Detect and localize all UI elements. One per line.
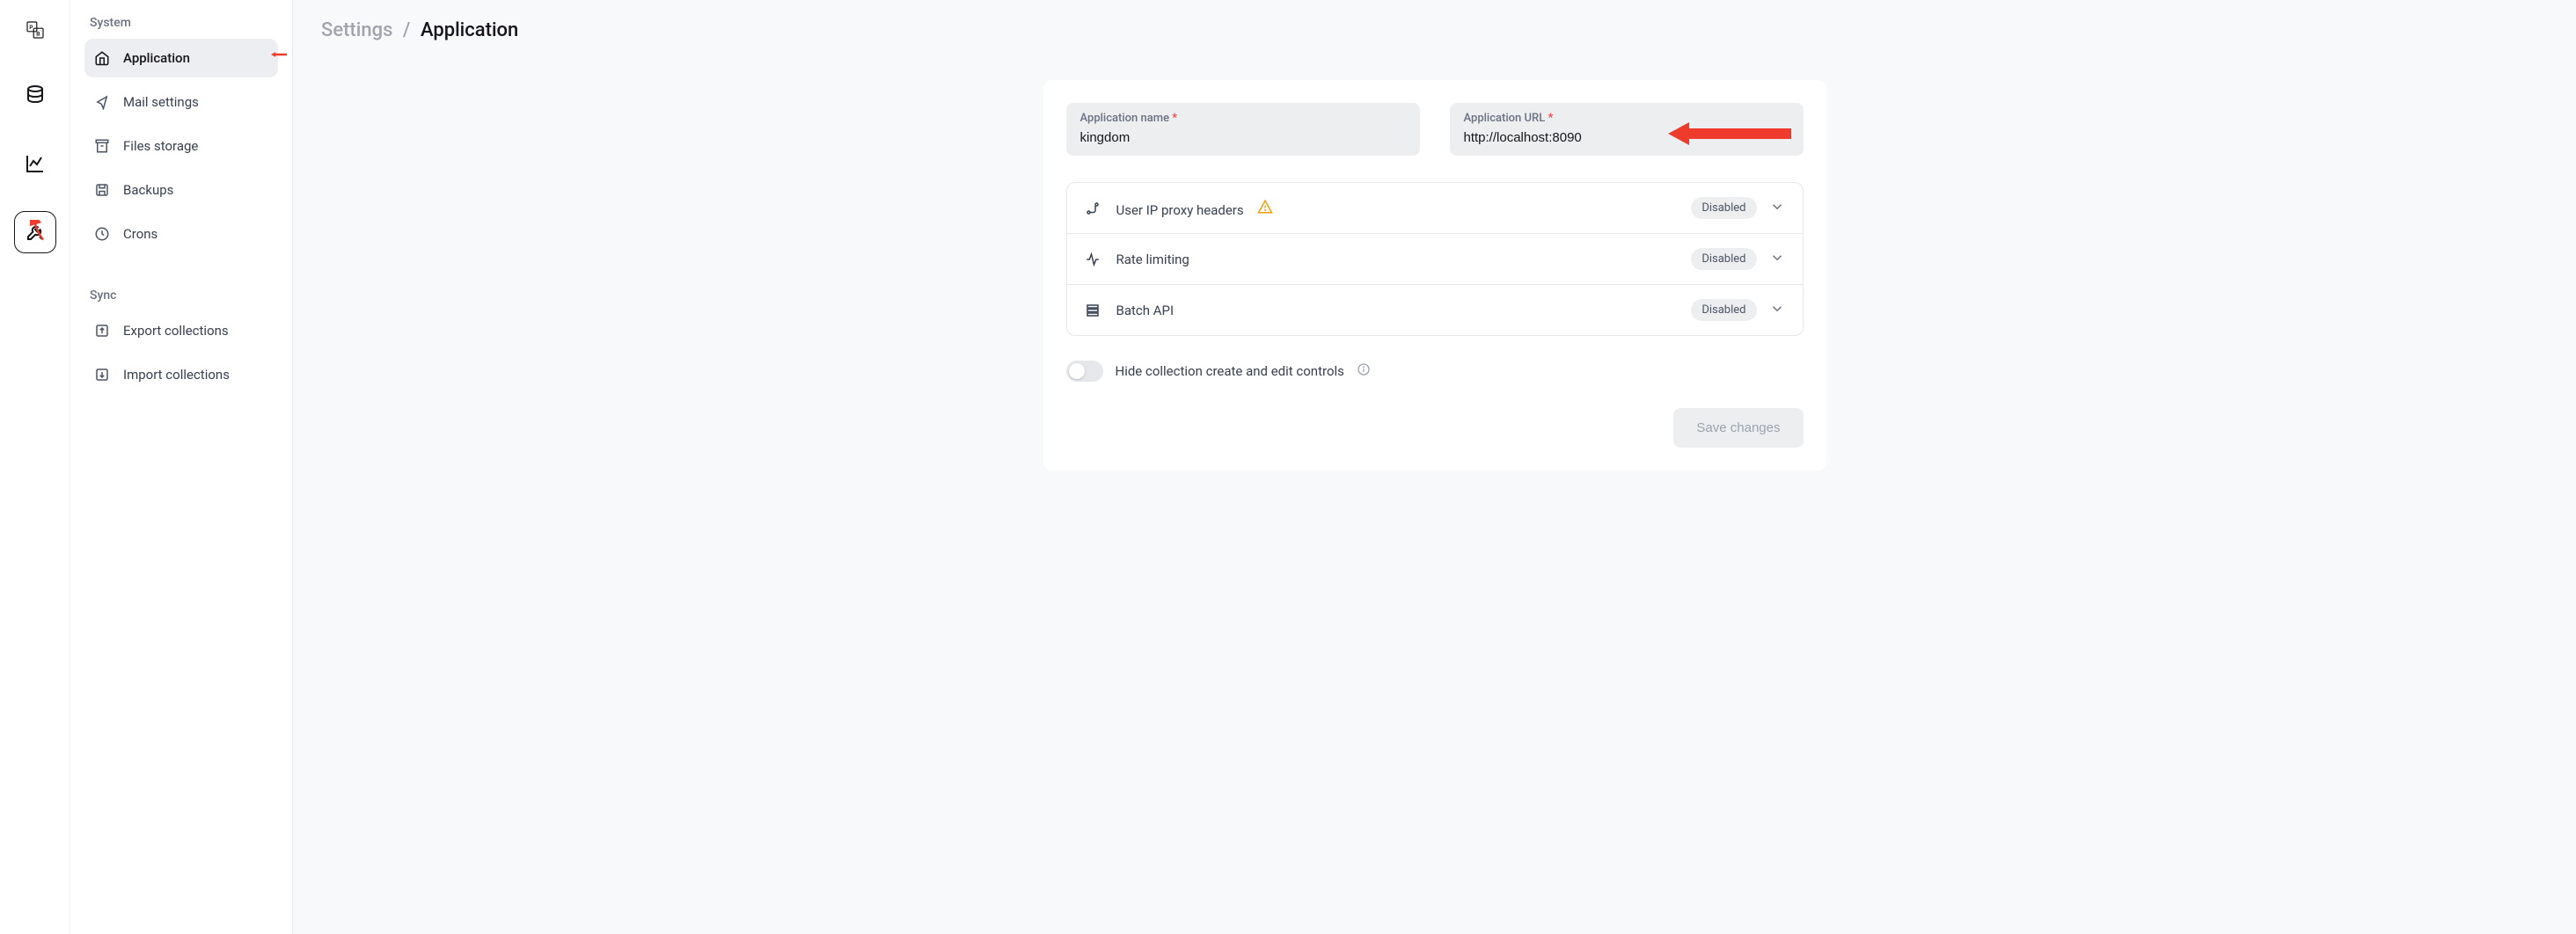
breadcrumb-current: Application bbox=[421, 19, 518, 41]
nav-label: Crons bbox=[123, 226, 157, 242]
nav-label: Export collections bbox=[123, 323, 229, 339]
archive-icon bbox=[93, 137, 111, 155]
label-text: Application name bbox=[1080, 112, 1170, 125]
label-app-url: Application URL * bbox=[1464, 112, 1789, 125]
info-icon[interactable] bbox=[1357, 362, 1371, 380]
logo-icon: P B bbox=[25, 19, 46, 40]
sidebar-item-crons[interactable]: Crons bbox=[84, 215, 278, 253]
activity-icon bbox=[1085, 252, 1104, 267]
row-label-text: User IP proxy headers bbox=[1116, 202, 1244, 218]
row-label: Rate limiting bbox=[1116, 252, 1692, 267]
accordion-row-batch-api[interactable]: Batch API Disabled bbox=[1067, 285, 1803, 335]
stack-icon bbox=[1085, 303, 1104, 318]
breadcrumb-root[interactable]: Settings bbox=[321, 19, 392, 41]
accordion-row-rate-limiting[interactable]: Rate limiting Disabled bbox=[1067, 234, 1803, 285]
sidebar-item-export[interactable]: Export collections bbox=[84, 311, 278, 350]
section-title-system: System bbox=[84, 16, 278, 30]
status-badge: Disabled bbox=[1691, 197, 1756, 219]
sidebar-item-import[interactable]: Import collections bbox=[84, 355, 278, 394]
upload-icon bbox=[93, 322, 111, 339]
download-icon bbox=[93, 366, 111, 383]
nav-label: Application bbox=[123, 50, 190, 66]
required-asterisk: * bbox=[1548, 112, 1553, 125]
settings-sidebar: System Application Mail settings Files s… bbox=[70, 0, 293, 934]
row-label: Batch API bbox=[1116, 303, 1692, 318]
sidebar-item-application[interactable]: Application bbox=[84, 39, 278, 77]
required-asterisk: * bbox=[1172, 112, 1177, 125]
accordion-row-proxy-headers[interactable]: User IP proxy headers Disabled bbox=[1067, 183, 1803, 234]
input-app-url[interactable] bbox=[1464, 130, 1789, 145]
toggle-hide-controls[interactable] bbox=[1066, 361, 1103, 382]
label-text: Application URL bbox=[1464, 112, 1546, 125]
nav-label: Backups bbox=[123, 182, 173, 198]
sidebar-item-files[interactable]: Files storage bbox=[84, 127, 278, 165]
sidebar-item-mail[interactable]: Mail settings bbox=[84, 83, 278, 121]
sidebar-item-backups[interactable]: Backups bbox=[84, 171, 278, 209]
clock-icon bbox=[93, 225, 111, 243]
status-badge: Disabled bbox=[1691, 248, 1756, 270]
icon-rail: P B bbox=[0, 0, 70, 934]
rail-settings[interactable] bbox=[14, 211, 56, 253]
settings-panel: Application name * Application URL * bbox=[1043, 80, 1826, 471]
nav-label: Import collections bbox=[123, 367, 230, 383]
form-row: Application name * Application URL * bbox=[1066, 103, 1804, 156]
tools-icon bbox=[25, 222, 46, 243]
chevron-down-icon bbox=[1769, 301, 1785, 320]
section-title-sync: Sync bbox=[84, 288, 278, 303]
input-app-name[interactable] bbox=[1080, 130, 1406, 145]
send-icon bbox=[93, 93, 111, 111]
main-content: Settings / Application Application name … bbox=[293, 0, 2576, 934]
chart-line-icon bbox=[25, 153, 46, 174]
breadcrumb-separator: / bbox=[403, 19, 411, 41]
field-app-url[interactable]: Application URL * bbox=[1450, 103, 1804, 156]
svg-text:P: P bbox=[29, 26, 33, 31]
route-icon bbox=[1085, 201, 1104, 216]
rail-logs[interactable] bbox=[14, 142, 56, 185]
nav-label: Files storage bbox=[123, 138, 198, 154]
annotation-arrow-application bbox=[271, 47, 287, 62]
save-button[interactable]: Save changes bbox=[1673, 408, 1803, 448]
toggle-knob bbox=[1069, 363, 1085, 379]
field-app-name[interactable]: Application name * bbox=[1066, 103, 1420, 156]
label-app-name: Application name * bbox=[1080, 112, 1406, 125]
toggle-row-hide-controls: Hide collection create and edit controls bbox=[1066, 361, 1804, 382]
accordion: User IP proxy headers Disabled Rate limi… bbox=[1066, 182, 1804, 336]
breadcrumb: Settings / Application bbox=[321, 19, 2548, 41]
database-icon bbox=[25, 84, 46, 106]
nav-label: Mail settings bbox=[123, 94, 199, 110]
panel-footer: Save changes bbox=[1066, 408, 1804, 448]
app-logo[interactable]: P B bbox=[18, 12, 53, 47]
save-icon bbox=[93, 181, 111, 199]
chevron-down-icon bbox=[1769, 199, 1785, 218]
toggle-label: Hide collection create and edit controls bbox=[1116, 363, 1344, 379]
chevron-down-icon bbox=[1769, 250, 1785, 269]
row-label: User IP proxy headers bbox=[1116, 199, 1692, 218]
svg-text:B: B bbox=[36, 33, 40, 38]
rail-collections[interactable] bbox=[14, 74, 56, 116]
status-badge: Disabled bbox=[1691, 299, 1756, 321]
warning-icon bbox=[1257, 202, 1273, 218]
home-icon bbox=[93, 49, 111, 67]
